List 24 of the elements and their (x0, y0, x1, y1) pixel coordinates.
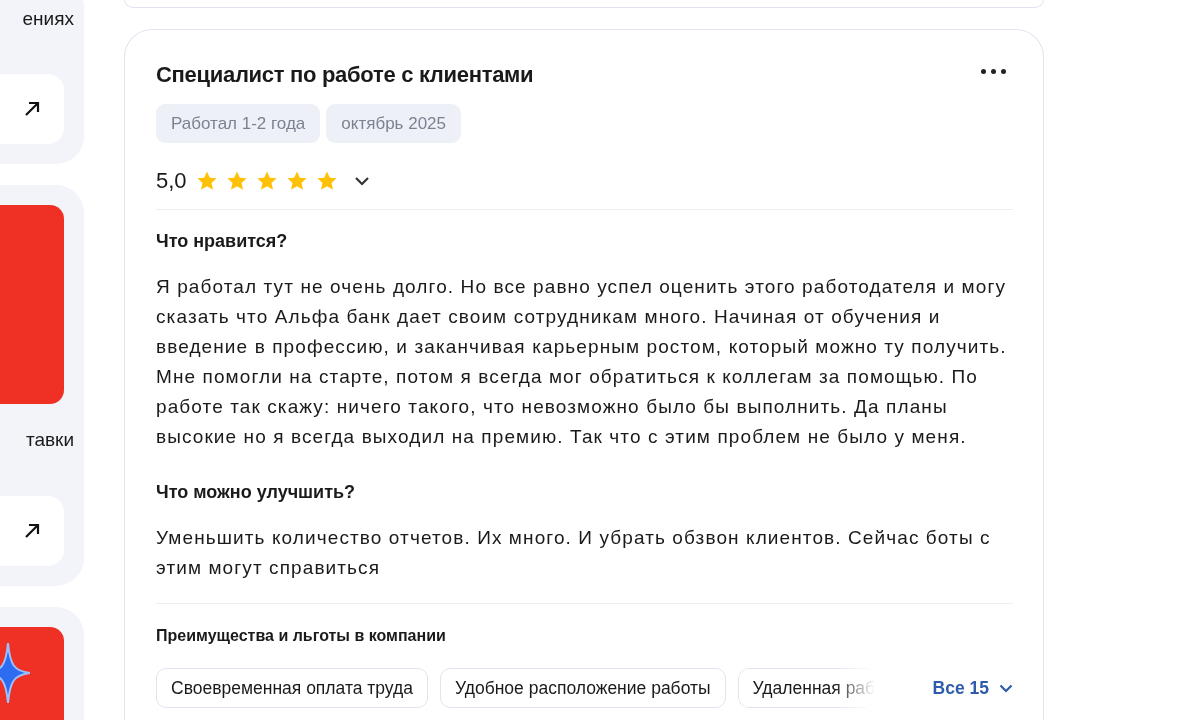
arrow-icon (23, 100, 41, 118)
star-icon (285, 170, 308, 192)
card-caption: тавки (24, 429, 74, 451)
card-caption: ениях (21, 8, 74, 30)
arrow-icon (23, 522, 41, 540)
review-tag: октябрь 2025 (326, 104, 461, 143)
benefit-chip: Удобное расположение работы (440, 668, 726, 708)
rating-value: 5,0 (156, 167, 187, 195)
chevron-down-icon (353, 176, 370, 186)
star-icon (255, 170, 278, 192)
star-icon (315, 170, 338, 192)
star-icon (225, 170, 248, 192)
review-text: Я работал тут не очень долго. Но все равно успел оценить этого работодателя и могу сказать что Альфа банк дает своим сотрудникам много. Начиная от обучения и введение в профессию, и заканчивая карьерным ростом, который можно ту получить. Мне помогли на старте, потом я всегда мог обратиться к коллегам за помощью. По работе так скажу: ничего такого, что невозможно было бы выполнить. Да планы высокие но я всегда выходил на премию. Так что с этим проблем не было у меня. (156, 275, 1008, 449)
star-icon (195, 170, 218, 192)
expand-rating-button[interactable] (353, 176, 370, 186)
review-tag: Работал 1-2 года (156, 104, 321, 143)
section-heading: Что нравится? (156, 230, 289, 252)
show-all-button[interactable]: Все 15 (932, 677, 1013, 699)
benefits-heading: Преимущества и льготы в компании (156, 626, 447, 646)
benefit-chip: Своевременная оплата труда (156, 668, 428, 708)
review-title: Специалист по работе с клиентами (156, 61, 534, 89)
chevron-down-icon (999, 683, 1013, 693)
section-heading: Что можно улучшить? (156, 481, 357, 503)
review-text: Уменьшить количество отчетов. Их много. И убрать обзвон клиентов. Сейчас боты с этим могут справиться (156, 526, 992, 580)
